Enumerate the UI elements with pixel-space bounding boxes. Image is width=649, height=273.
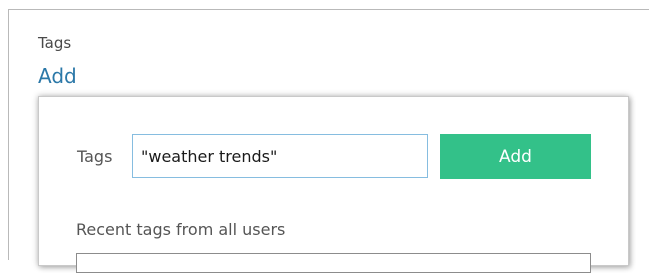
tags-section-title: Tags — [38, 34, 72, 52]
recent-tags-label: Recent tags from all users — [76, 220, 286, 239]
recent-tags-list[interactable] — [76, 253, 591, 273]
tags-label: Tags — [77, 147, 113, 166]
add-tag-popup: Tags Add Recent tags from all users — [38, 96, 629, 273]
tags-input[interactable] — [132, 134, 428, 178]
add-button[interactable]: Add — [440, 134, 591, 179]
add-tag-link[interactable]: Add — [38, 64, 77, 88]
